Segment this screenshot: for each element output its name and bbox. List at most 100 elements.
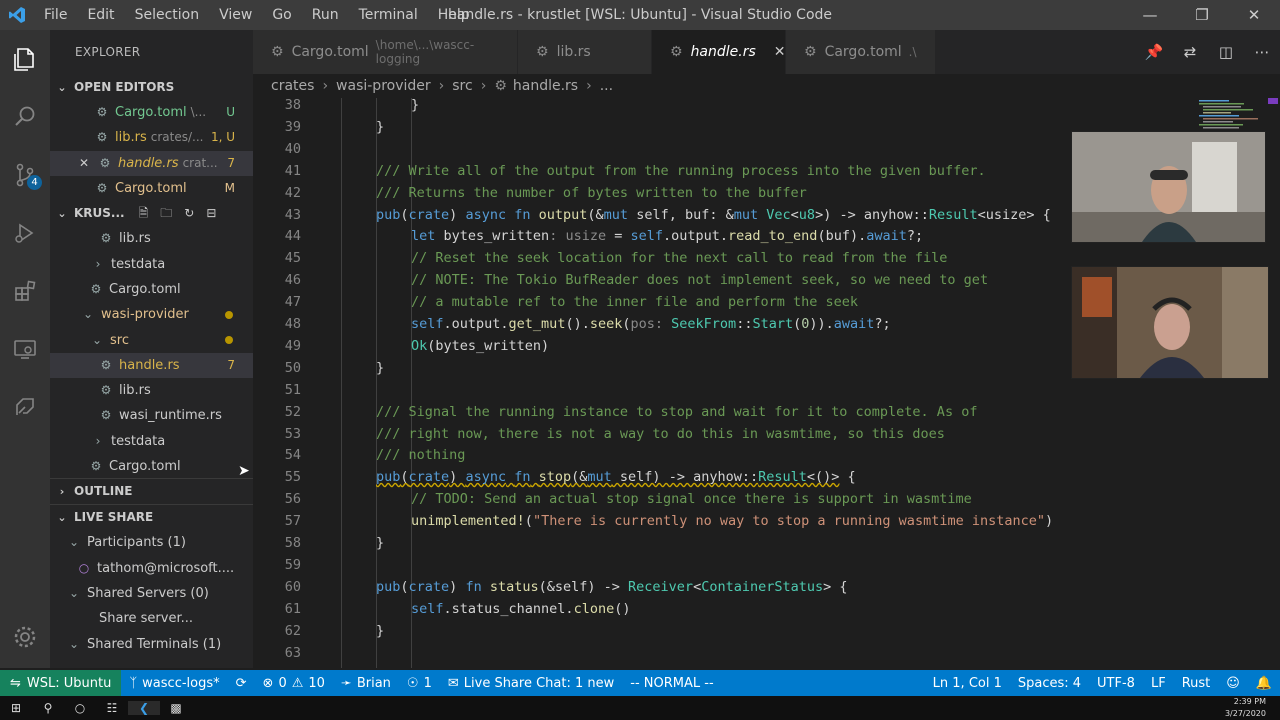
end-of-line[interactable]: LF (1143, 676, 1174, 691)
split-editor-icon[interactable]: ◫ (1208, 43, 1244, 61)
menu-view[interactable]: View (209, 7, 262, 23)
search-icon[interactable]: ⚲ (32, 701, 64, 715)
source-control-icon[interactable]: 4 (0, 146, 50, 204)
system-clock[interactable]: 2:39 PM 3/27/2020 (1225, 696, 1266, 720)
editor-tabs: ⚙ Cargo.toml \home\...\wascc-logging ⚙ l… (253, 30, 1280, 74)
menu-terminal[interactable]: Terminal (349, 7, 428, 23)
outline-header[interactable]: › OUTLINE (50, 478, 253, 504)
explorer-icon[interactable] (0, 30, 50, 88)
tree-item[interactable]: ⚙ lib.rs (50, 226, 253, 251)
windows-start-icon[interactable]: ⊞ (0, 701, 32, 715)
tree-item[interactable]: ⚙ handle.rs 7 (50, 352, 253, 378)
breadcrumb: crates › wasi-provider › src › ⚙ handle.… (253, 74, 1280, 98)
shared-servers-group[interactable]: ⌄ Shared Servers (0) (50, 581, 253, 606)
tree-item[interactable]: ⚙ wasi_runtime.rs (50, 403, 253, 428)
open-editor-item[interactable]: ⚙ Cargo.toml M (50, 176, 253, 201)
search-icon[interactable] (0, 88, 50, 146)
vscode-taskbar-icon[interactable]: ❮ (128, 701, 160, 715)
tab-handle-rs[interactable]: ⚙ handle.rs ✕ (652, 30, 786, 74)
line-number: 54 (284, 447, 301, 464)
notifications-icon[interactable]: 🔔 (1248, 676, 1280, 691)
menu-help[interactable]: Help (428, 7, 480, 23)
tab-lib-rs[interactable]: ⚙ lib.rs (518, 30, 652, 74)
participants-group[interactable]: ⌄ Participants (1) (50, 530, 253, 555)
rust-file-icon: ⚙ (100, 408, 112, 423)
breadcrumb-src[interactable]: src (452, 78, 472, 94)
chat-icon: ✉ (447, 675, 459, 691)
participant-item[interactable]: ○ tathom@microsoft.... (50, 555, 253, 580)
problems-indicator[interactable]: ⊗ 0 ⚠ 10 (255, 676, 333, 691)
tree-item[interactable]: › testdata (50, 429, 253, 454)
refresh-icon[interactable]: ↻ (184, 201, 194, 226)
chevron-right-icon: › (586, 78, 592, 94)
feedback-icon[interactable]: ☺ (1218, 676, 1248, 691)
remote-explorer-icon[interactable] (0, 320, 50, 378)
workspace-header[interactable]: ⌄ KRUS... 🗎 🗀 ↻ ⊟ (50, 201, 253, 226)
close-editor-icon[interactable]: ✕ (76, 151, 92, 176)
line-number: 47 (284, 294, 301, 311)
tree-item[interactable]: ⌄ wasi-provider (50, 302, 253, 327)
new-folder-icon[interactable]: 🗀 (160, 201, 172, 226)
chevron-down-icon: ⌄ (91, 332, 103, 347)
editor-scrollbar[interactable] (1265, 98, 1280, 668)
tree-item[interactable]: › testdata (50, 251, 253, 276)
tab-cargo-toml-logging[interactable]: ⚙ Cargo.toml \home\...\wascc-logging (253, 30, 518, 74)
remote-indicator[interactable]: ⇋ WSL: Ubuntu (0, 670, 122, 696)
line-number: 60 (284, 578, 301, 595)
tree-item[interactable]: ⚙ lib.rs (50, 378, 253, 403)
menu-go[interactable]: Go (262, 7, 301, 23)
line-number: 51 (284, 381, 301, 398)
source-control-badge: 4 (27, 175, 42, 190)
open-editor-item[interactable]: ⚙ lib.rs crates/... 1, U (50, 125, 253, 150)
tree-item[interactable]: ⌄ src (50, 327, 253, 352)
share-server-item[interactable]: Share server... (50, 606, 253, 631)
terminal-taskbar-icon[interactable]: ▩ (160, 701, 192, 715)
task-view-icon[interactable]: ☷ (96, 701, 128, 715)
run-debug-icon[interactable] (0, 204, 50, 262)
live-share-user[interactable]: ➛ Brian (333, 676, 399, 691)
close-icon[interactable]: ✕ (1228, 0, 1280, 30)
menu-selection[interactable]: Selection (125, 7, 210, 23)
rust-file-icon: ⚙ (100, 231, 112, 246)
sync-button[interactable]: ⟳ (228, 676, 255, 691)
pin-icon[interactable]: 📌 (1136, 43, 1172, 61)
shared-terminals-group[interactable]: ⌄ Shared Terminals (1) (50, 631, 253, 656)
live-share-icon[interactable] (0, 378, 50, 436)
branch-indicator[interactable]: ᛉ wascc-logs* (121, 676, 227, 691)
settings-gear-icon[interactable] (0, 608, 50, 666)
live-share-chat[interactable]: ✉ Live Share Chat: 1 new (440, 676, 622, 691)
restore-icon[interactable]: ❐ (1176, 0, 1228, 30)
menu-edit[interactable]: Edit (77, 7, 124, 23)
settings-file-icon: ⚙ (90, 281, 102, 296)
extensions-icon[interactable] (0, 262, 50, 320)
language-mode[interactable]: Rust (1174, 676, 1219, 691)
open-editor-item[interactable]: ⚙ Cargo.toml \... U (50, 100, 253, 125)
breadcrumb-handle-rs[interactable]: handle.rs (513, 78, 578, 94)
more-actions-icon[interactable]: ⋯ (1244, 43, 1280, 61)
live-share-header[interactable]: ⌄ LIVE SHARE (50, 504, 253, 530)
breadcrumb-symbol[interactable]: ... (600, 78, 613, 94)
live-share-participants[interactable]: ☉ 1 (399, 676, 440, 691)
close-tab-icon[interactable]: ✕ (774, 44, 786, 60)
collapse-all-icon[interactable]: ⊟ (206, 201, 216, 226)
cortana-icon[interactable]: ○ (64, 701, 96, 715)
open-editors-header[interactable]: ⌄ OPEN EDITORS (50, 75, 253, 100)
open-editor-item[interactable]: ✕ ⚙ handle.rs crat... 7 (50, 150, 253, 176)
tree-item[interactable]: ⚙ Cargo.toml (50, 454, 253, 478)
remote-icon: ⇋ (10, 675, 21, 691)
new-file-icon[interactable]: 🗎 (139, 201, 149, 226)
compare-icon[interactable]: ⇄ (1172, 43, 1208, 61)
menu-file[interactable]: File (34, 7, 77, 23)
chevron-right-icon: › (480, 78, 487, 94)
vim-mode: -- NORMAL -- (630, 675, 714, 691)
line-number: 38 (284, 98, 301, 113)
tab-cargo-toml-root[interactable]: ⚙ Cargo.toml .\ (786, 30, 936, 74)
cursor-position[interactable]: Ln 1, Col 1 (925, 676, 1010, 691)
breadcrumb-wasi-provider[interactable]: wasi-provider (336, 78, 431, 94)
indentation[interactable]: Spaces: 4 (1010, 676, 1089, 691)
menu-run[interactable]: Run (302, 7, 349, 23)
minimize-icon[interactable]: — (1124, 0, 1176, 30)
encoding[interactable]: UTF-8 (1089, 676, 1143, 691)
breadcrumb-crates[interactable]: crates (271, 78, 314, 94)
tree-item[interactable]: ⚙ Cargo.toml (50, 277, 253, 302)
